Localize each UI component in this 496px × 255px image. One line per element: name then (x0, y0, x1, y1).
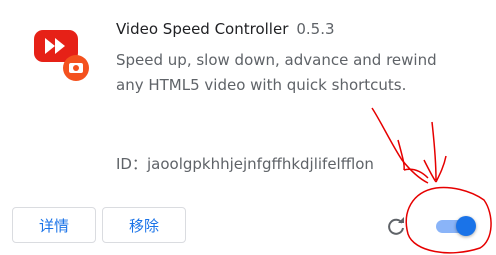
extension-id-row: ID：jaoolgpkhhjejnfgffhkdjlifelfflon (116, 153, 374, 174)
details-button[interactable]: 详情 (12, 207, 96, 243)
extension-card-footer: 详情 移除 (0, 197, 496, 255)
extension-version: 0.5.3 (296, 20, 335, 38)
enable-toggle[interactable] (436, 215, 478, 237)
extension-id-value: jaoolgpkhhjejnfgffhkdjlifelfflon (146, 155, 374, 173)
toggle-knob (456, 216, 476, 236)
video-speed-controller-icon (32, 26, 92, 82)
extension-card: Video Speed Controller 0.5.3 Speed up, s… (0, 0, 496, 255)
reload-icon[interactable] (384, 215, 408, 239)
extension-id-label: ID： (116, 155, 147, 173)
extension-name: Video Speed Controller (116, 20, 289, 38)
extension-description: Speed up, slow down, advance and rewind … (116, 51, 437, 94)
remove-button[interactable]: 移除 (102, 207, 186, 243)
extension-title-row: Video Speed Controller 0.5.3 (116, 20, 335, 38)
